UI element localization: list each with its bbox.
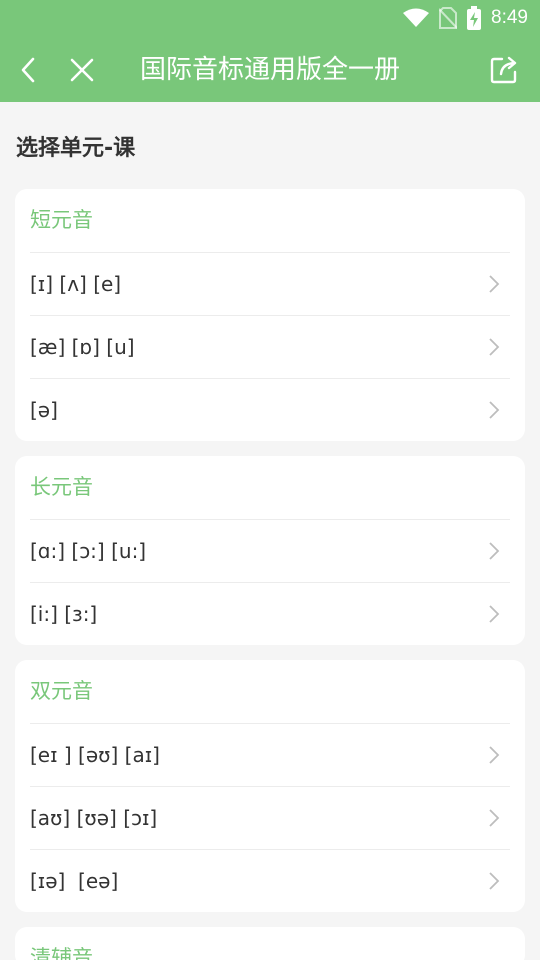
chevron-right-icon [489, 872, 500, 890]
lesson-label: [ɑ:] [ɔ:] [u:] [30, 539, 147, 563]
unit-title: 长元音 [30, 475, 93, 499]
lesson-label: [ɪ] [ʌ] [e] [30, 272, 122, 296]
chevron-left-icon [21, 57, 35, 83]
lesson-label: [ə] [30, 398, 58, 422]
lesson-row[interactable]: [ɪ] [ʌ] [e] [30, 252, 510, 315]
unit-title: 短元音 [30, 208, 93, 232]
close-button[interactable] [64, 52, 100, 88]
lesson-row[interactable]: [aʊ] [ʊə] [ɔɪ] [30, 786, 510, 849]
share-button[interactable] [486, 52, 522, 88]
lesson-label: [ɪə] [eə] [30, 869, 119, 893]
lesson-row[interactable]: [æ] [ɒ] [u] [30, 315, 510, 378]
lesson-row[interactable]: [ə] [30, 378, 510, 441]
unit-card-diphthongs: 双元音 [eɪ ] [əʊ] [aɪ] [aʊ] [ʊə] [ɔɪ] [ɪə] … [15, 660, 525, 912]
unit-card-short-vowels: 短元音 [ɪ] [ʌ] [e] [æ] [ɒ] [u] [ə] [15, 189, 525, 441]
lesson-row[interactable]: [ɪə] [eə] [30, 849, 510, 912]
share-icon [490, 56, 517, 84]
top-bar: 8:49 国际音标通用版全一册 [0, 0, 540, 102]
unit-card-voiceless-consonants: 清辅音 [15, 927, 525, 960]
chevron-right-icon [489, 809, 500, 827]
lesson-row[interactable]: [eɪ ] [əʊ] [aɪ] [30, 723, 510, 786]
lesson-row[interactable]: [i:] [ɜ:] [30, 582, 510, 645]
lesson-label: [aʊ] [ʊə] [ɔɪ] [30, 806, 158, 830]
no-sim-icon [439, 7, 458, 29]
lesson-label: [eɪ ] [əʊ] [aɪ] [30, 743, 160, 767]
unit-title: 清辅音 [30, 946, 93, 960]
lesson-label: [i:] [ɜ:] [30, 602, 98, 626]
chevron-right-icon [489, 605, 500, 623]
wifi-icon [403, 8, 430, 27]
status-bar: 8:49 [403, 6, 528, 30]
status-time: 8:49 [491, 7, 528, 28]
toolbar: 国际音标通用版全一册 [0, 38, 540, 102]
back-button[interactable] [10, 52, 46, 88]
chevron-right-icon [489, 275, 500, 293]
close-icon [70, 58, 94, 82]
lesson-label: [æ] [ɒ] [u] [30, 335, 135, 359]
section-heading: 选择单元-课 [16, 136, 136, 161]
unit-title: 双元音 [30, 679, 93, 703]
chevron-right-icon [489, 401, 500, 419]
chevron-right-icon [489, 542, 500, 560]
unit-card-long-vowels: 长元音 [ɑ:] [ɔ:] [u:] [i:] [ɜ:] [15, 456, 525, 645]
page-title: 国际音标通用版全一册 [139, 55, 400, 85]
chevron-right-icon [489, 338, 500, 356]
chevron-right-icon [489, 746, 500, 764]
lesson-row[interactable]: [ɑ:] [ɔ:] [u:] [30, 519, 510, 582]
battery-charging-icon [467, 6, 482, 30]
